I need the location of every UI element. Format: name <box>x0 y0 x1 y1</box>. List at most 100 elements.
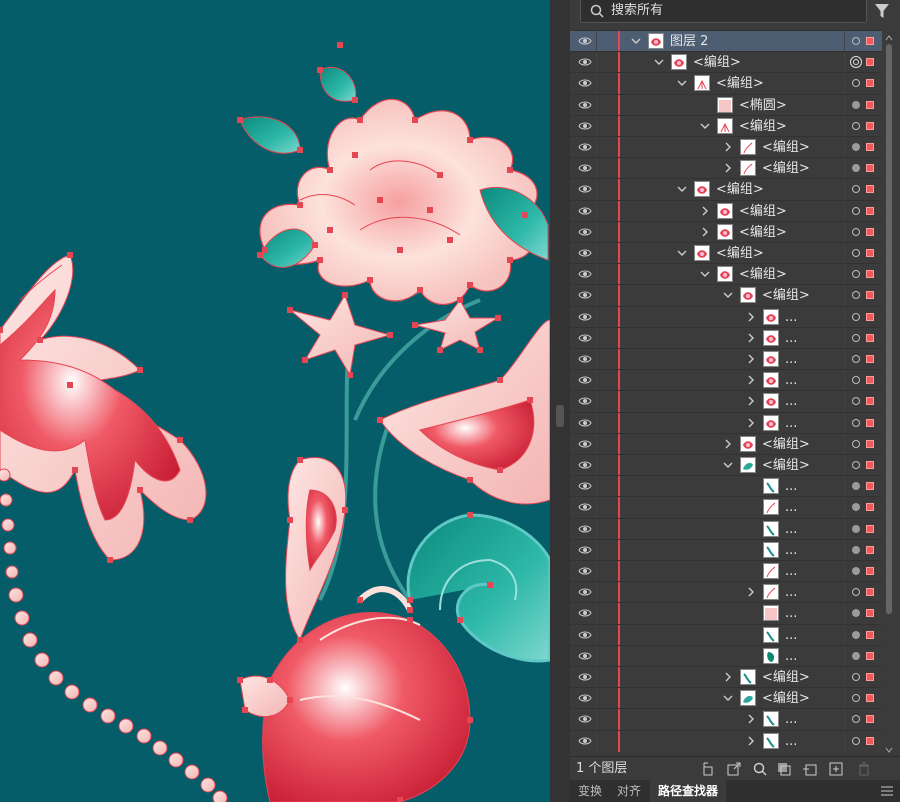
selection-swatch[interactable] <box>866 567 874 575</box>
floral-artwork[interactable] <box>0 0 550 802</box>
layer-row[interactable]: <椭圆> <box>570 93 882 116</box>
artboard-canvas[interactable] <box>0 0 550 802</box>
visibility-eye-icon[interactable] <box>578 671 592 683</box>
anchor-point[interactable] <box>0 327 3 333</box>
anchor-point[interactable] <box>437 172 443 178</box>
anchor-point[interactable] <box>527 397 533 403</box>
visibility-eye-icon[interactable] <box>578 374 592 386</box>
visibility-eye-icon[interactable] <box>578 650 592 662</box>
anchor-point[interactable] <box>407 617 413 623</box>
target-indicator[interactable] <box>850 56 862 69</box>
visibility-eye-icon[interactable] <box>578 332 592 344</box>
selection-swatch[interactable] <box>866 312 874 321</box>
chevron-down-icon[interactable] <box>699 116 711 137</box>
selection-swatch[interactable] <box>866 185 874 194</box>
selection-swatch[interactable] <box>866 418 874 427</box>
anchor-point[interactable] <box>477 347 483 353</box>
selection-swatch[interactable] <box>866 694 874 703</box>
layer-row[interactable]: <编组> <box>570 432 882 455</box>
anchor-point[interactable] <box>67 252 73 258</box>
layer-row[interactable]: <编组> <box>570 72 882 95</box>
visibility-eye-icon[interactable] <box>578 353 592 365</box>
selection-swatch[interactable] <box>866 715 874 724</box>
chevron-right-icon[interactable] <box>745 731 757 752</box>
anchor-point[interactable] <box>67 382 73 388</box>
anchor-point[interactable] <box>302 357 308 363</box>
layer-row[interactable]: <编组> <box>570 263 882 286</box>
target-indicator[interactable] <box>852 79 860 88</box>
search-input[interactable]: 搜索所有 <box>580 0 867 23</box>
target-indicator[interactable] <box>852 270 860 279</box>
layer-row[interactable]: ... <box>570 348 882 370</box>
anchor-point[interactable] <box>497 377 503 383</box>
anchor-point[interactable] <box>522 212 528 218</box>
layers-scrollbar[interactable] <box>884 34 894 756</box>
export-icon[interactable] <box>726 761 742 777</box>
layer-row[interactable]: ... <box>570 305 882 328</box>
visibility-eye-icon[interactable] <box>578 544 592 556</box>
chevron-down-icon[interactable] <box>722 688 734 709</box>
selection-swatch[interactable] <box>866 482 874 491</box>
target-indicator[interactable] <box>852 100 860 109</box>
target-indicator[interactable] <box>852 376 860 385</box>
scroll-down-icon[interactable] <box>884 746 894 754</box>
selection-swatch[interactable] <box>866 376 874 385</box>
selection-swatch[interactable] <box>866 291 874 300</box>
visibility-eye-icon[interactable] <box>578 607 592 619</box>
selection-swatch[interactable] <box>866 270 874 279</box>
anchor-point[interactable] <box>427 207 433 213</box>
chevron-down-icon[interactable] <box>676 179 688 200</box>
target-indicator[interactable] <box>852 736 860 745</box>
anchor-point[interactable] <box>467 282 473 288</box>
visibility-eye-icon[interactable] <box>578 311 592 323</box>
layer-row[interactable]: <编组> <box>570 666 882 688</box>
visibility-eye-icon[interactable] <box>578 713 592 725</box>
anchor-point[interactable] <box>377 417 383 423</box>
selection-swatch[interactable] <box>866 121 874 130</box>
anchor-point[interactable] <box>242 707 248 713</box>
target-indicator[interactable] <box>852 121 860 130</box>
target-indicator[interactable] <box>852 482 860 491</box>
visibility-eye-icon[interactable] <box>578 162 592 174</box>
visibility-eye-icon[interactable] <box>578 459 592 471</box>
selection-swatch[interactable] <box>866 206 874 215</box>
tab-pathfinder[interactable]: 路径查找器 <box>650 780 726 802</box>
target-indicator[interactable] <box>852 143 860 151</box>
target-indicator[interactable] <box>852 164 860 173</box>
anchor-point[interactable] <box>312 242 318 248</box>
layer-row[interactable]: ... <box>570 538 882 561</box>
delete-icon[interactable] <box>856 761 872 777</box>
anchor-point[interactable] <box>107 557 113 563</box>
selection-swatch[interactable] <box>866 333 874 342</box>
target-indicator[interactable] <box>852 588 860 597</box>
target-indicator[interactable] <box>852 312 860 321</box>
panel-divider[interactable] <box>550 0 570 802</box>
layer-row[interactable]: ... <box>570 581 882 604</box>
anchor-point[interactable] <box>297 147 303 153</box>
anchor-point[interactable] <box>37 337 43 343</box>
anchor-point[interactable] <box>367 277 373 283</box>
target-indicator[interactable] <box>852 715 860 724</box>
chevron-right-icon[interactable] <box>722 158 734 179</box>
visibility-eye-icon[interactable] <box>578 141 592 153</box>
visibility-eye-icon[interactable] <box>578 99 592 111</box>
layer-row[interactable]: <编组> <box>570 178 882 201</box>
selection-swatch[interactable] <box>866 673 874 681</box>
visibility-eye-icon[interactable] <box>578 226 592 238</box>
target-indicator[interactable] <box>852 439 860 448</box>
visibility-eye-icon[interactable] <box>578 586 592 598</box>
target-indicator[interactable] <box>852 333 860 342</box>
layer-row[interactable]: ... <box>570 475 882 498</box>
anchor-point[interactable] <box>467 477 473 483</box>
anchor-point[interactable] <box>137 367 143 373</box>
target-indicator[interactable] <box>852 37 860 45</box>
visibility-eye-icon[interactable] <box>578 565 592 577</box>
layer-row[interactable]: 图层 2 <box>570 30 882 52</box>
filter-icon[interactable] <box>874 2 890 20</box>
target-indicator[interactable] <box>852 609 860 618</box>
anchor-point[interactable] <box>317 67 323 73</box>
anchor-point[interactable] <box>317 257 323 263</box>
target-indicator[interactable] <box>852 651 860 660</box>
visibility-eye-icon[interactable] <box>578 417 592 429</box>
chevron-right-icon[interactable] <box>745 391 757 412</box>
